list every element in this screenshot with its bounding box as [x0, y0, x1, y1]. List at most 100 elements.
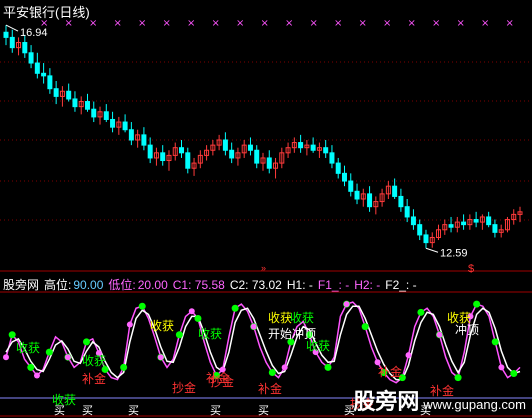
candle-body [72, 98, 78, 108]
top-marker: × [506, 18, 514, 29]
watermark: 股旁网 www.gupang.com [353, 384, 526, 416]
candle-body [323, 147, 329, 154]
low-value: 20.00 [137, 278, 168, 292]
signal-dot [175, 331, 183, 339]
signal-label: 收获 [306, 339, 330, 353]
signal-label: 收获 [150, 319, 174, 333]
signal-label: 补金 [82, 371, 106, 386]
candle-body [84, 101, 90, 110]
signal-dot [498, 364, 505, 371]
c1-value: C1: 75.58 [172, 278, 225, 292]
c2-value: C2: 73.02 [229, 278, 282, 292]
top-marker: × [457, 18, 465, 29]
signal-dot [138, 302, 146, 310]
signal-dot [45, 348, 53, 356]
candle-body [91, 108, 97, 118]
top-marker: × [212, 18, 220, 29]
candle-body [254, 149, 260, 164]
candle-body [9, 36, 15, 49]
signal-dot [33, 372, 40, 379]
candle-body [103, 111, 109, 120]
buy-marker: 买 [128, 404, 139, 417]
signal-dot [8, 331, 16, 339]
signal-dot [231, 304, 239, 312]
signal-dot [324, 363, 332, 371]
candle-body [398, 195, 404, 208]
h2-value: H2: - [354, 278, 381, 292]
watermark-domain: www.gupang.com [423, 397, 526, 412]
candle-body [367, 193, 373, 208]
top-marker: × [89, 18, 97, 29]
candle-body [128, 129, 134, 141]
candle-body [122, 121, 128, 131]
f1-value: F1_: - [317, 278, 350, 292]
candle-body [110, 118, 116, 128]
top-marker: × [481, 18, 489, 29]
signal-dot [83, 338, 91, 346]
signal-label: 收获 [198, 327, 222, 341]
candle-body [486, 216, 492, 226]
top-marker: × [261, 18, 269, 29]
signal-dot [436, 331, 443, 338]
signal-dot [417, 308, 425, 316]
buy-marker: 买 [82, 404, 93, 417]
watermark-brand: 股旁网 [353, 389, 420, 414]
candle-body [404, 206, 410, 218]
buy-marker: 买 [54, 404, 65, 417]
high-value: 90.00 [73, 278, 104, 292]
candle-body [461, 221, 467, 226]
buy-marker: 买 [210, 404, 221, 417]
candle-body [3, 31, 9, 38]
candle-body [66, 90, 72, 100]
buy-marker: 买 [258, 404, 269, 417]
candle-body [492, 224, 498, 233]
signal-dot [405, 352, 412, 359]
signal-dot [361, 323, 369, 331]
candle-body [423, 234, 429, 244]
candle-body [310, 144, 316, 151]
signal-dot [343, 301, 350, 308]
signal-dot [268, 369, 276, 376]
candle-body [34, 62, 40, 74]
high-label: 高位: [44, 278, 72, 292]
signal-dot [491, 338, 499, 346]
candle-body [354, 190, 360, 200]
candle-body [160, 152, 166, 162]
low-label: 低位: [108, 278, 136, 292]
signal-dot [194, 314, 202, 322]
candle-body [28, 52, 34, 64]
candle-body [473, 219, 479, 223]
candle-body [185, 152, 191, 169]
candle-body [41, 72, 47, 77]
signal-label: 抄金 [210, 374, 234, 389]
low-price-label: 12.59 [440, 247, 468, 259]
signal-dot [64, 354, 71, 361]
signal-dot [120, 363, 128, 371]
small-marker: » [261, 263, 266, 273]
candle-body [335, 162, 341, 174]
top-marker: × [114, 18, 122, 29]
dollar-marker: $ [468, 263, 474, 275]
signal-dot [157, 354, 164, 361]
top-marker: × [187, 18, 195, 29]
signal-dot [3, 354, 9, 361]
top-marker: × [383, 18, 391, 29]
h1-value: H1: - [286, 278, 313, 292]
signal-label: 收获 [290, 311, 314, 325]
chart-title: 平安银行(日线) [3, 5, 90, 20]
signal-dot [473, 300, 481, 308]
indicator-name: 股旁网 [3, 278, 40, 292]
indicator-line [5, 305, 521, 381]
candle-body [222, 139, 228, 151]
candle-body [348, 180, 354, 192]
signal-dot [454, 374, 462, 382]
candle-body [410, 216, 416, 226]
signal-dot [250, 323, 257, 330]
signal-label: 补金 [378, 364, 402, 379]
signal-label: 收获 [82, 354, 106, 368]
candle-body [448, 224, 454, 228]
low-marker-line [425, 247, 439, 253]
candle-body [53, 88, 59, 97]
top-marker: × [138, 18, 146, 29]
candle-body [417, 224, 423, 236]
